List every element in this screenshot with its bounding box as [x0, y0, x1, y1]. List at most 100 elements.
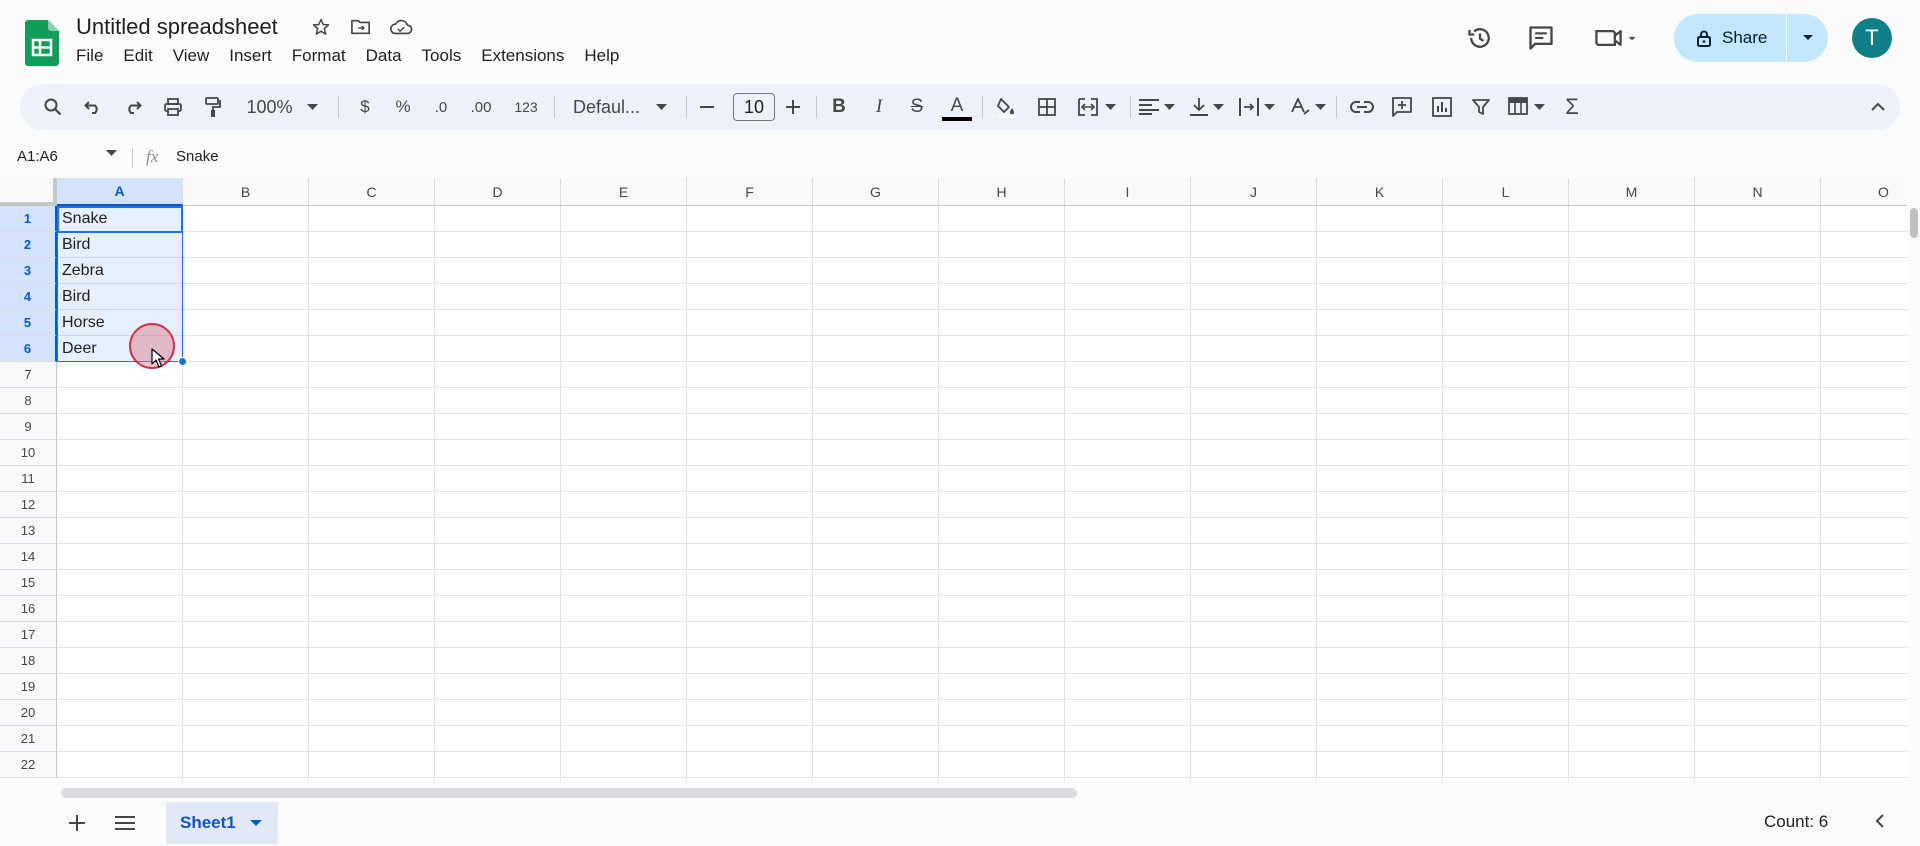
share-dropdown-button[interactable] [1787, 14, 1828, 62]
menu-insert[interactable]: Insert [219, 46, 282, 66]
text-wrapping-icon[interactable] [1234, 84, 1280, 130]
borders-icon[interactable] [1030, 84, 1064, 130]
all-sheets-menu-icon[interactable] [110, 808, 140, 838]
meet-camera-icon[interactable] [1592, 22, 1640, 54]
menu-format[interactable]: Format [282, 46, 356, 66]
row-header-5[interactable]: 5 [0, 310, 57, 336]
column-header-h[interactable]: H [939, 178, 1065, 206]
cell-a4[interactable]: Bird [58, 284, 182, 310]
document-title[interactable]: Untitled spreadsheet [76, 14, 278, 40]
row-header-13[interactable]: 13 [0, 518, 57, 544]
undo-icon[interactable] [76, 84, 110, 130]
row-header-15[interactable]: 15 [0, 570, 57, 596]
font-family-select[interactable]: Defaul... [560, 84, 680, 130]
text-color-button[interactable]: A [938, 84, 976, 130]
column-header-d[interactable]: D [435, 178, 561, 206]
row-header-7[interactable]: 7 [0, 362, 57, 388]
row-header-8[interactable]: 8 [0, 388, 57, 414]
filter-icon[interactable] [1464, 84, 1498, 130]
row-header-12[interactable]: 12 [0, 492, 57, 518]
column-header-c[interactable]: C [309, 178, 435, 206]
row-header-16[interactable]: 16 [0, 596, 57, 622]
cell-a1[interactable]: Snake [58, 206, 182, 232]
cell-a2[interactable]: Bird [58, 232, 182, 258]
column-header-m[interactable]: M [1569, 178, 1695, 206]
menu-help[interactable]: Help [574, 46, 629, 66]
cloud-saved-icon[interactable] [388, 14, 414, 40]
column-header-j[interactable]: J [1191, 178, 1317, 206]
comments-icon[interactable] [1525, 22, 1557, 54]
column-header-k[interactable]: K [1317, 178, 1443, 206]
percent-format-button[interactable]: % [388, 84, 418, 130]
fill-handle[interactable] [178, 357, 187, 366]
cell-a3[interactable]: Zebra [58, 258, 182, 284]
account-avatar[interactable]: T [1852, 18, 1892, 58]
redo-icon[interactable] [116, 84, 150, 130]
chevron-left-icon[interactable] [1874, 812, 1886, 835]
row-header-19[interactable]: 19 [0, 674, 57, 700]
strikethrough-button[interactable]: S [900, 84, 934, 130]
version-history-icon[interactable] [1464, 22, 1496, 54]
row-header-6[interactable]: 6 [0, 336, 57, 362]
row-header-20[interactable]: 20 [0, 700, 57, 726]
menu-edit[interactable]: Edit [113, 46, 162, 66]
name-box[interactable]: A1:A6 [17, 148, 58, 165]
insert-comment-icon[interactable] [1384, 84, 1420, 130]
row-header-14[interactable]: 14 [0, 544, 57, 570]
row-header-18[interactable]: 18 [0, 648, 57, 674]
vertical-scrollbar[interactable] [1907, 178, 1920, 782]
menu-file[interactable]: File [68, 46, 113, 66]
column-header-a[interactable]: A [57, 178, 183, 206]
horizontal-scrollbar[interactable] [57, 782, 1907, 802]
row-header-2[interactable]: 2 [0, 232, 57, 258]
decrease-font-size-button[interactable] [692, 84, 722, 130]
print-icon[interactable] [156, 84, 190, 130]
functions-button[interactable]: Σ [1554, 84, 1590, 130]
row-header-21[interactable]: 21 [0, 726, 57, 752]
insert-link-icon[interactable] [1344, 84, 1380, 130]
zoom-select[interactable]: 100% [242, 84, 322, 130]
sheet-tab-sheet1[interactable]: Sheet1 [166, 802, 278, 844]
vertical-scroll-thumb[interactable] [1910, 208, 1918, 238]
row-header-3[interactable]: 3 [0, 258, 57, 284]
search-menus-icon[interactable] [36, 84, 70, 130]
fill-color-icon[interactable] [988, 84, 1024, 130]
add-sheet-plus-icon[interactable] [62, 808, 92, 838]
italic-button[interactable]: I [862, 84, 896, 130]
formula-input[interactable]: Snake [176, 148, 219, 165]
merge-cells-icon[interactable] [1068, 84, 1124, 130]
move-folder-icon[interactable] [348, 14, 374, 40]
font-size-input[interactable]: 10 [732, 84, 776, 130]
increase-font-size-button[interactable] [778, 84, 808, 130]
text-rotation-icon[interactable] [1284, 84, 1332, 130]
row-header-1[interactable]: 1 [0, 206, 57, 232]
column-header-l[interactable]: L [1443, 178, 1569, 206]
column-header-f[interactable]: F [687, 178, 813, 206]
insert-chart-icon[interactable] [1424, 84, 1460, 130]
spreadsheet-grid[interactable]: A B C D E F G H I J K L M N O 1 2 3 4 5 6 7 8 9 10 11 12 13 14 15 16 17… [0, 178, 1907, 782]
row-header-10[interactable]: 10 [0, 440, 57, 466]
star-icon[interactable] [308, 14, 334, 40]
filter-views-icon[interactable] [1502, 84, 1550, 130]
number-format-button[interactable]: 123 [506, 84, 546, 130]
row-header-11[interactable]: 11 [0, 466, 57, 492]
paint-format-icon[interactable] [196, 84, 230, 130]
bold-button[interactable]: B [822, 84, 856, 130]
select-all-corner[interactable] [0, 178, 57, 206]
currency-format-button[interactable]: $ [350, 84, 380, 130]
menu-data[interactable]: Data [356, 46, 412, 66]
share-button[interactable]: Share [1674, 14, 1786, 62]
vertical-align-icon[interactable] [1184, 84, 1230, 130]
row-header-17[interactable]: 17 [0, 622, 57, 648]
menu-view[interactable]: View [163, 46, 220, 66]
row-header-9[interactable]: 9 [0, 414, 57, 440]
column-header-o[interactable]: O [1821, 178, 1907, 206]
sheets-logo-icon[interactable] [25, 20, 59, 66]
horizontal-align-icon[interactable] [1134, 84, 1180, 130]
hide-menus-chevron-up-icon[interactable] [1860, 84, 1896, 130]
caret-down-icon[interactable] [249, 819, 262, 827]
row-header-4[interactable]: 4 [0, 284, 57, 310]
increase-decimal-button[interactable]: .00 [462, 84, 500, 130]
column-header-n[interactable]: N [1695, 178, 1821, 206]
decrease-decimal-button[interactable]: .0 [424, 84, 458, 130]
